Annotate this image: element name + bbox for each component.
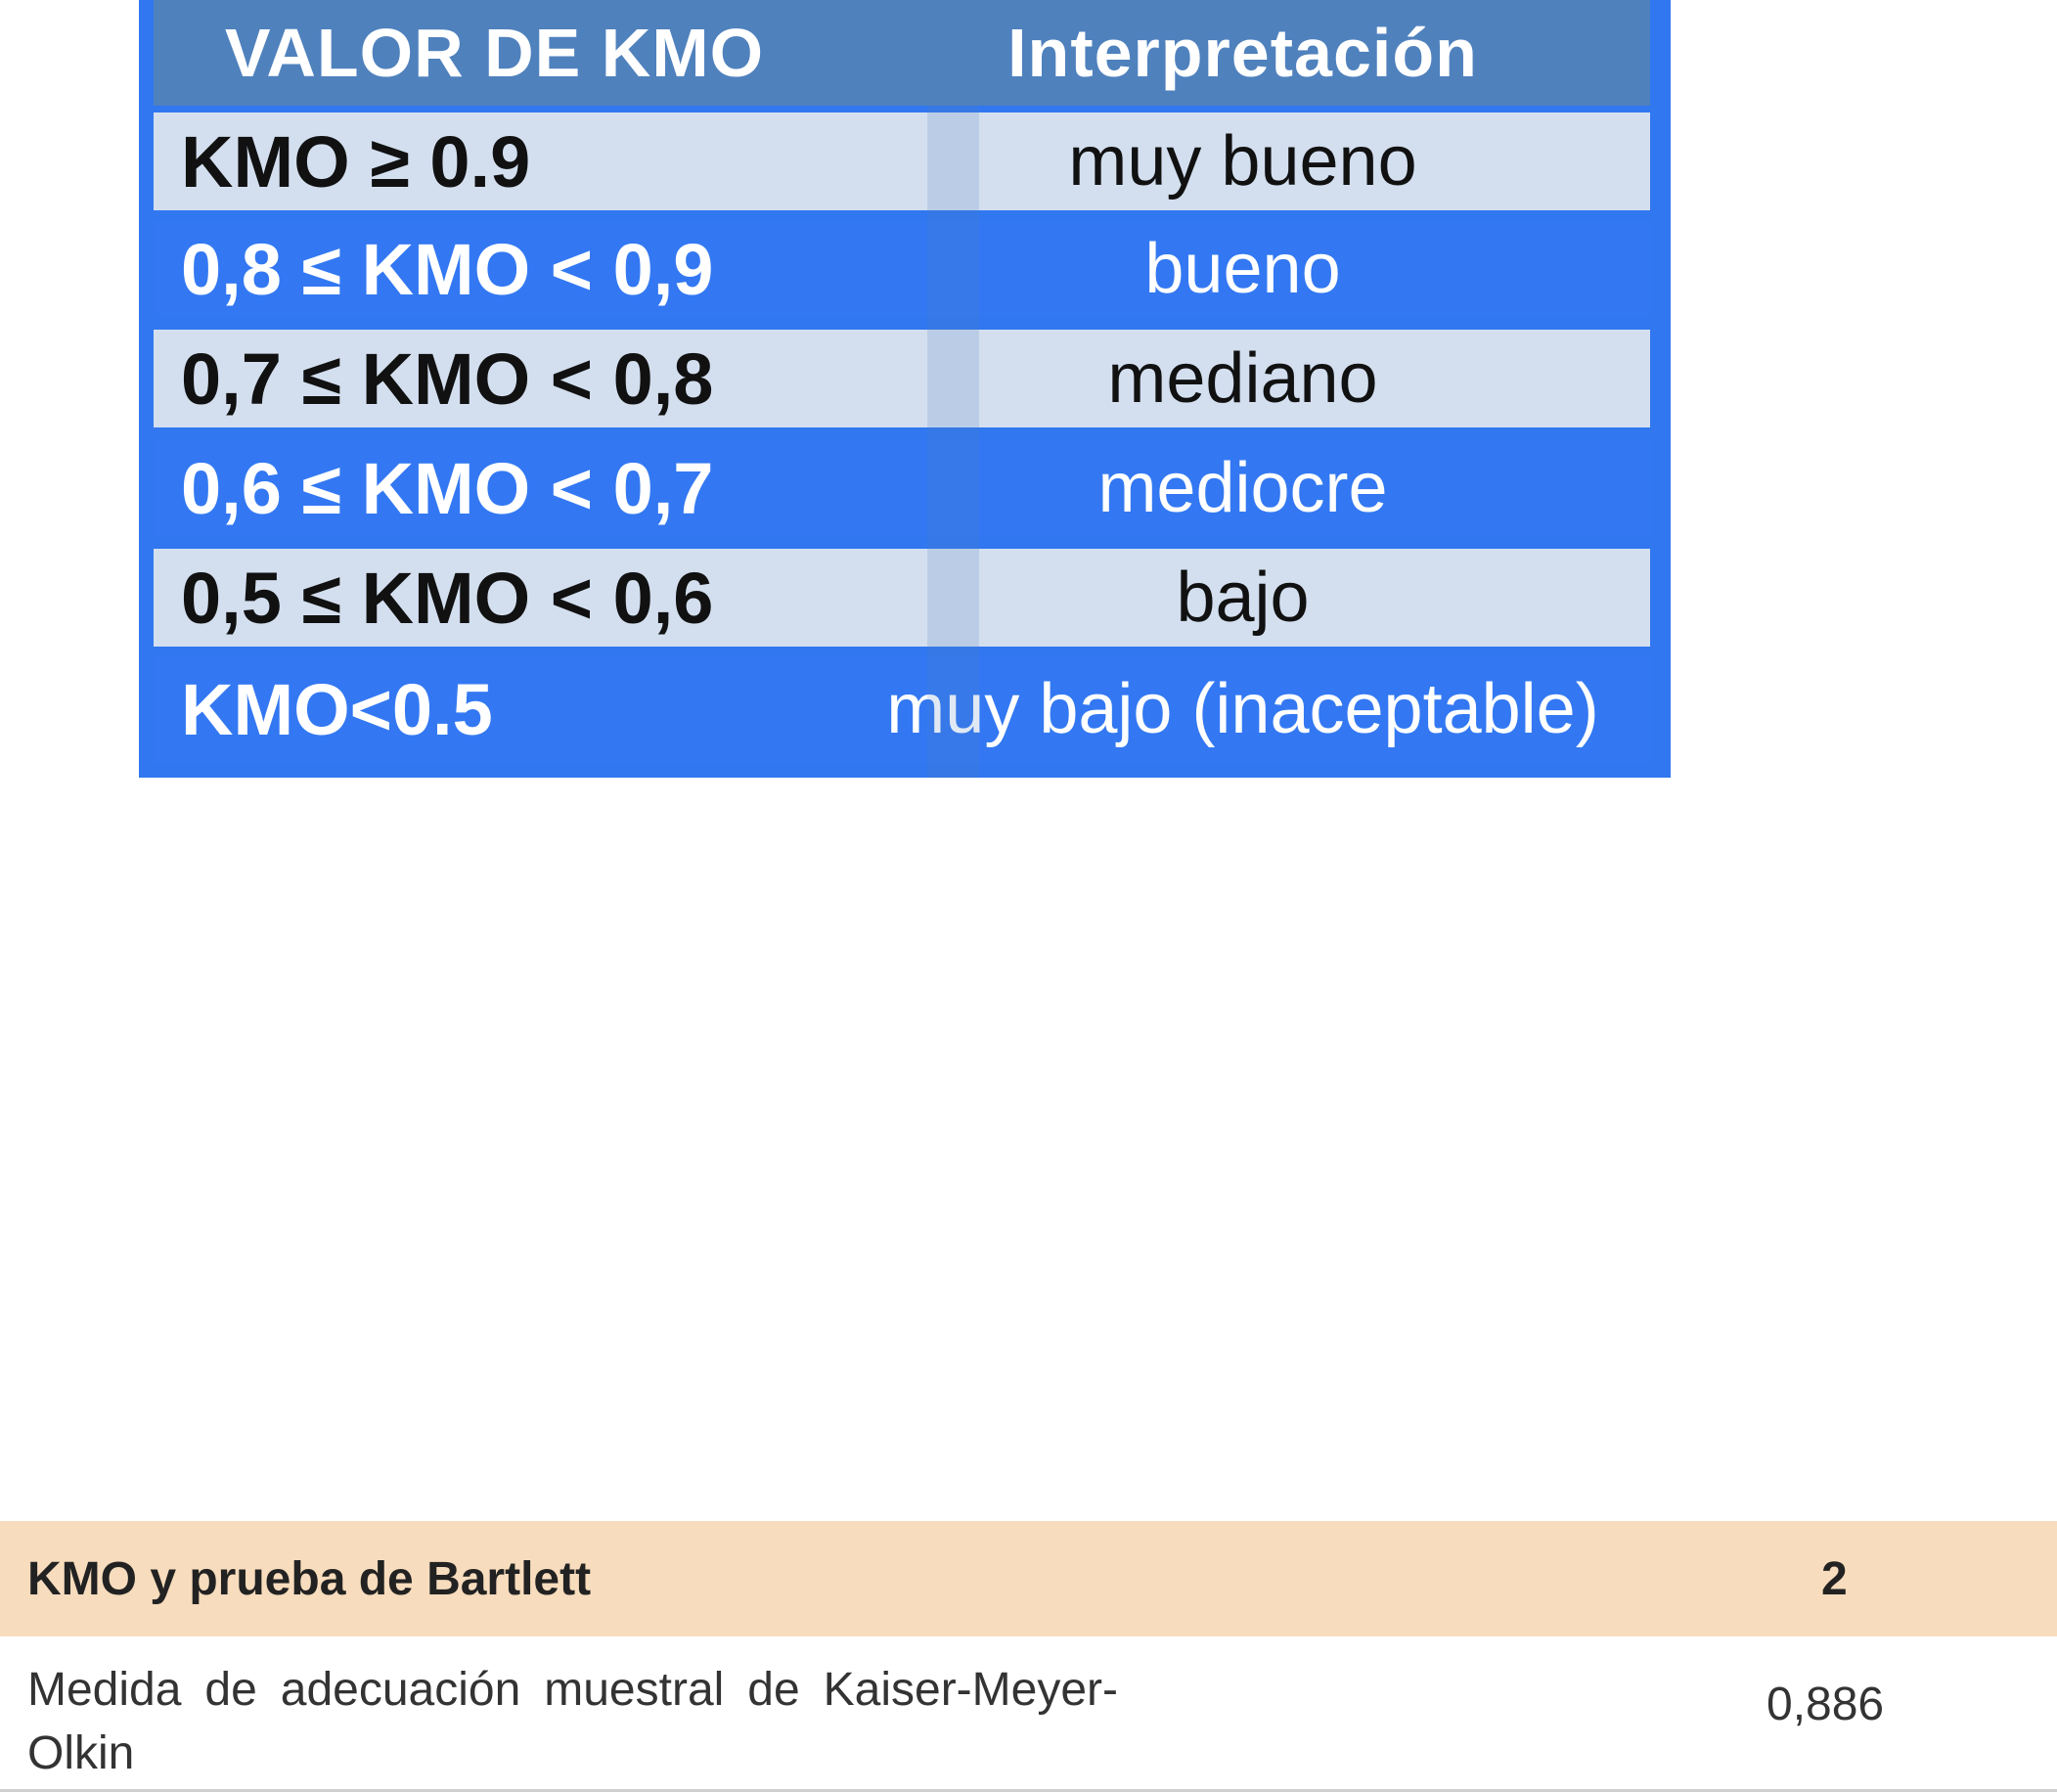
interpretation-text: muy bueno [1068, 122, 1417, 201]
header-cell-interpretation: Interpretación [835, 0, 1650, 106]
range-text: 0,8 ≤ KMO < 0,9 [181, 228, 714, 310]
interpretation-text: bueno [1144, 230, 1341, 308]
range-cell: 0,6 ≤ KMO < 0,7 [154, 439, 835, 537]
range-text: 0,5 ≤ KMO < 0,6 [181, 557, 714, 639]
interpretation-text: bajo [1176, 559, 1310, 637]
output-table-header: KMO y prueba de Bartlett 2 [0, 1521, 2057, 1636]
kmo-bartlett-output-table: KMO y prueba de Bartlett 2 Medida de ade… [0, 1521, 2057, 1792]
interpretation-text: mediano [1107, 339, 1378, 418]
row-value: 0,886 [1766, 1679, 1885, 1730]
table-row: 0,5 ≤ KMO < 0,6 bajo [154, 549, 1650, 647]
kmo-table-header: VALOR DE KMO Interpretación [154, 0, 1650, 106]
range-cell: 0,5 ≤ KMO < 0,6 [154, 549, 835, 647]
table-row: KMO<0.5 muy bajo (inaceptable) [154, 655, 1650, 763]
header-cell-kmo-value: VALOR DE KMO [154, 0, 835, 106]
range-text: KMO<0.5 [181, 668, 493, 750]
interpretation-cell: bajo [835, 549, 1650, 647]
interpretation-cell: muy bueno [835, 112, 1650, 210]
range-text: 0,7 ≤ KMO < 0,8 [181, 337, 714, 420]
range-text: 0,6 ≤ KMO < 0,7 [181, 447, 714, 529]
interpretation-text: mediocre [1097, 449, 1388, 527]
table-row: KMO ≥ 0.9 muy bueno [154, 112, 1650, 210]
row-label: Medida de adecuación muestral de Kaiser-… [27, 1664, 1118, 1779]
range-cell: KMO ≥ 0.9 [154, 112, 835, 210]
table-row: Medida de adecuación muestral de Kaiser-… [0, 1636, 2057, 1792]
interpretation-cell: mediano [835, 330, 1650, 427]
interpretation-cell: mediocre [835, 439, 1650, 537]
output-table-title: KMO y prueba de Bartlett [27, 1552, 592, 1605]
range-cell: 0,7 ≤ KMO < 0,8 [154, 330, 835, 427]
range-text: KMO ≥ 0.9 [181, 120, 531, 202]
header-label-interpretation: Interpretación [1007, 15, 1478, 91]
table-row: 0,7 ≤ KMO < 0,8 mediano [154, 330, 1650, 427]
table-row: 0,8 ≤ KMO < 0,9 bueno [154, 220, 1650, 318]
interpretation-text: muy bajo (inaceptable) [886, 670, 1599, 748]
range-cell: 0,8 ≤ KMO < 0,9 [154, 220, 835, 318]
interpretation-cell: bueno [835, 220, 1650, 318]
range-cell: KMO<0.5 [154, 655, 835, 763]
output-column-header: 2 [1821, 1552, 1848, 1605]
table-row: 0,6 ≤ KMO < 0,7 mediocre [154, 439, 1650, 537]
kmo-interpretation-table: VALOR DE KMO Interpretación KMO ≥ 0.9 mu… [139, 0, 1671, 778]
interpretation-cell: muy bajo (inaceptable) [835, 655, 1650, 763]
header-label-kmo-value: VALOR DE KMO [224, 15, 765, 91]
